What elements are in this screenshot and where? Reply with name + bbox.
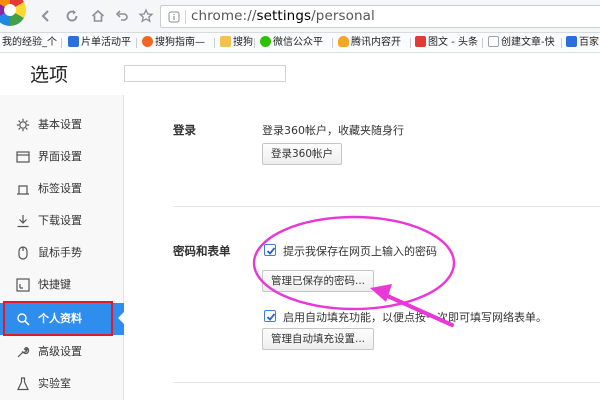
bookmark-separator: [561, 38, 562, 48]
login-360-button[interactable]: 登录360帐户: [262, 143, 343, 165]
browser-toolbar: chrome://settings/personal: [0, 0, 600, 33]
bookmark-separator: [410, 38, 411, 48]
settings-search-input[interactable]: [124, 65, 286, 82]
tencent-icon: [338, 36, 349, 47]
tab-icon: [17, 185, 29, 195]
page-info-icon[interactable]: [168, 11, 180, 23]
active-item-pointer: [118, 311, 125, 325]
manage-autofill-button[interactable]: 管理自动填充设置...: [262, 328, 375, 350]
bookmark-item[interactable]: 创建文章-快: [488, 35, 555, 51]
sidebar-item-label: 界面设置: [38, 150, 82, 163]
sidebar-item-advanced[interactable]: 高级设置: [0, 336, 124, 368]
download-icon: [17, 215, 29, 228]
bookmark-separator: [214, 38, 215, 48]
gear-icon: [16, 118, 30, 132]
page-icon: [488, 36, 499, 47]
sidebar-item-download[interactable]: 下载设置: [0, 205, 124, 237]
login-description: 登录360帐户，收藏夹随身行: [262, 124, 404, 137]
keyboard-icon: [16, 278, 30, 292]
sidebar-item-label: 下载设置: [38, 214, 82, 227]
bookmarks-bar: 我的经验_个 片单活动平 搜狗指南— 搜狗 微信公众平 腾讯内容开 图文 - 头…: [0, 33, 600, 53]
bookmark-item[interactable]: 搜狗指南—: [142, 35, 205, 51]
bookmark-item[interactable]: 图文 - 头条: [415, 35, 478, 51]
sidebar-item-basic[interactable]: 基本设置: [0, 109, 124, 141]
window-icon: [16, 151, 30, 163]
folder-icon: [220, 36, 231, 47]
sidebar-item-label: 实验室: [38, 377, 71, 390]
bookmark-item[interactable]: 微信公众平: [260, 35, 323, 51]
bookmark-separator: [61, 38, 62, 48]
sidebar-item-interface[interactable]: 界面设置: [0, 141, 124, 173]
wrench-icon: [17, 346, 30, 358]
sidebar-item-label: 高级设置: [38, 345, 82, 358]
section-divider: [173, 382, 600, 383]
login-section-title: 登录: [173, 123, 196, 137]
address-divider: [185, 10, 186, 24]
autofill-checkbox[interactable]: [264, 310, 276, 322]
bookmark-item[interactable]: 搜狗: [220, 35, 253, 51]
sidebar-item-label: 标签设置: [38, 182, 82, 195]
sidebar-item-label: 基本设置: [38, 118, 82, 131]
sidebar-item-mouse-gesture[interactable]: 鼠标手势: [0, 237, 124, 269]
bookmark-separator: [482, 38, 483, 48]
user-icon: [17, 313, 30, 326]
browser-logo-icon[interactable]: [0, 0, 26, 26]
sogou-icon: [142, 36, 153, 47]
favorite-star-icon[interactable]: [138, 8, 154, 24]
bookmark-item[interactable]: 片单活动平: [68, 35, 131, 51]
bookmark-separator: [136, 38, 137, 48]
settings-content: 登录 登录360帐户，收藏夹随身行 登录360帐户 密码和表单 提示我保存在网页…: [125, 95, 600, 400]
paw-icon: [566, 36, 577, 47]
wechat-icon: [260, 36, 271, 47]
refresh-icon[interactable]: [64, 8, 80, 24]
save-password-prompt-label: 提示我保存在网页上输入的密码: [283, 245, 437, 258]
checkmark-icon: [266, 313, 276, 321]
bookmark-item[interactable]: 百家: [566, 35, 599, 51]
address-bar[interactable]: chrome://settings/personal: [160, 5, 600, 28]
bookmark-separator: [254, 38, 255, 48]
autofill-label: 启用自动填充功能，以便点按一次即可填写网络表单。: [283, 311, 547, 324]
bookmark-item[interactable]: 腾讯内容开: [338, 35, 401, 51]
sidebar-item-shortcuts[interactable]: 快捷键: [0, 269, 124, 301]
url-text[interactable]: chrome://settings/personal: [191, 8, 375, 25]
mouse-icon: [18, 246, 28, 260]
home-icon[interactable]: [90, 8, 106, 24]
sidebar-item-personal[interactable]: 个人资料: [0, 303, 124, 335]
settings-header: 选项: [0, 54, 600, 95]
toutiao-icon: [415, 36, 426, 47]
sidebar-item-lab[interactable]: 实验室: [0, 368, 124, 400]
sidebar-item-label: 个人资料: [38, 312, 82, 325]
bookmark-separator: [332, 38, 333, 48]
undo-icon[interactable]: [114, 8, 130, 24]
flask-icon: [17, 377, 29, 391]
settings-sidebar: 基本设置 界面设置 标签设置 下载设置 鼠标手势 快捷键 个人资料 高级设置 实…: [0, 95, 124, 400]
section-divider: [173, 206, 600, 207]
manage-saved-passwords-button[interactable]: 管理已保存的密码...: [262, 270, 375, 292]
back-icon[interactable]: [38, 8, 54, 24]
sidebar-item-label: 鼠标手势: [38, 246, 82, 259]
paw-icon: [68, 36, 79, 47]
sidebar-item-tabs[interactable]: 标签设置: [0, 173, 124, 205]
checkmark-icon: [266, 247, 276, 255]
sidebar-item-label: 快捷键: [38, 278, 71, 291]
save-password-prompt-checkbox[interactable]: [264, 244, 276, 256]
passwords-section-title: 密码和表单: [173, 244, 231, 258]
bookmark-item[interactable]: 我的经验_个: [2, 35, 57, 51]
page-title: 选项: [30, 64, 69, 86]
